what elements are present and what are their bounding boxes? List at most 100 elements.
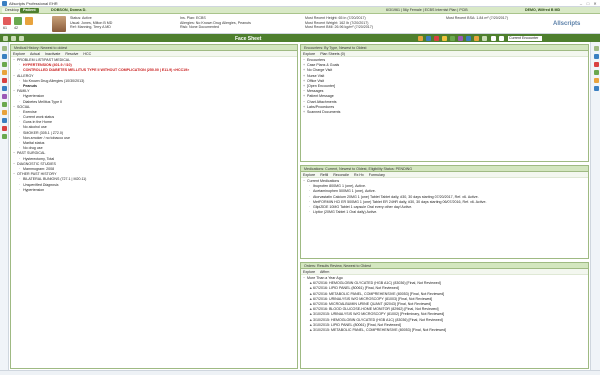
clipboard-icon[interactable]: [2, 54, 7, 59]
alert-icon[interactable]: [593, 62, 599, 67]
pen-icon[interactable]: [466, 35, 471, 41]
medication-row-label: Acetaminophen 500MG 1 (one), Active.: [313, 189, 376, 194]
patient-name[interactable]: DOBSON, Donna D.: [48, 8, 89, 13]
encounter-list: − Encounters + Case Plans & Goals + No Charge…: [303, 58, 587, 115]
lab-icon[interactable]: [2, 94, 7, 99]
panel-toolbar: Explore Affirm: [301, 269, 588, 275]
inbox-icon[interactable]: [593, 54, 599, 59]
medication-list: − Current Medications · Ibuprofen 800MG 1 (…: [303, 179, 587, 215]
refill-button[interactable]: Refill: [320, 173, 328, 177]
problem-row-label: FAMILY: [17, 89, 30, 94]
order-row-label: 6/7/2016: MICROALBUMIN URINE QUANT (8204…: [313, 301, 432, 306]
medication-row-label: Current Medications: [307, 179, 340, 183]
formulary-button[interactable]: Formulary: [369, 173, 385, 177]
order-row[interactable]: ▲3/10/2015: METABOLIC PANEL, COMPREHENSI…: [303, 328, 587, 333]
phone-icon[interactable]: [593, 86, 599, 91]
order-row-label: 3/10/2015: HEMOGLOBIN GLYCATED (HGB A1C)…: [313, 317, 443, 322]
note-icon[interactable]: [2, 110, 7, 115]
problem-row-label: OTHER PAST HISTORY: [17, 172, 57, 177]
order-row-label: 3/10/2015: METABOLIC PANEL, COMPREHENSIV…: [313, 327, 447, 332]
heart-icon[interactable]: [2, 126, 7, 131]
collapse-icon[interactable]: [2, 46, 7, 51]
affirm-button[interactable]: Affirm: [320, 270, 329, 274]
tab-patient[interactable]: Patient: [20, 8, 39, 13]
order-row-label: 6/7/2016: METABOLIC PANEL, COMPREHENSIVE…: [313, 291, 445, 296]
rx-history-button[interactable]: Rx Hx: [354, 173, 364, 177]
flag-icon[interactable]: [434, 35, 439, 41]
order-row-label: 6/7/2016: LIPID PANEL (80061) [Final, No…: [313, 286, 399, 291]
actual-button[interactable]: Actual: [30, 52, 40, 56]
orders-panel: Orders: Results Review, Newest to Oldest…: [300, 262, 589, 369]
problem-row-label: HYPERTENSION (401.9 / I10): [23, 63, 72, 68]
reconcile-button[interactable]: Reconcile: [333, 173, 349, 177]
medication-icon[interactable]: [2, 86, 7, 91]
settings-icon[interactable]: [482, 35, 487, 41]
medication-row-label: Ibuprofen 800MG 1 (one), Active.: [313, 184, 366, 189]
recent-bmi: Most Recent BMI: 26.96 kg/m² (7/20/2017): [305, 25, 373, 29]
explore-button[interactable]: Explore: [303, 173, 315, 177]
avatar[interactable]: [52, 16, 66, 32]
count-b: 42: [14, 26, 18, 30]
user-name[interactable]: DEMO, Wilfred B MD: [525, 8, 560, 13]
plan-sheets-button[interactable]: Plan Sheets (0): [320, 52, 345, 56]
problem-row-label: PROBLEM LIST/PAST MEDICAL: [17, 58, 71, 62]
warning-icon[interactable]: [442, 35, 447, 41]
brand-logo: Allscripts: [553, 21, 581, 27]
close-icon[interactable]: ✕: [592, 1, 598, 6]
encounter-select[interactable]: Current Encounter: [508, 35, 542, 41]
problem-icon[interactable]: [2, 78, 7, 83]
chevron-left-icon[interactable]: [491, 35, 496, 41]
problem-row[interactable]: · Hypertension: [13, 188, 296, 193]
medication-row-label: Lipitor (20MG Tablet 1 Oral daily) Activ…: [313, 210, 378, 215]
problem-row-label: Diabetes Mellitus Type II: [23, 99, 63, 104]
encounter-row-label: Scanned Documents: [307, 109, 341, 114]
vitals-icon[interactable]: [2, 102, 7, 107]
status-bar: [0, 370, 600, 375]
reminder-icon[interactable]: [593, 78, 599, 83]
explore-button[interactable]: Explore: [303, 52, 315, 56]
medication-row[interactable]: · Lipitor (20MG Tablet 1 Oral daily) Acti…: [303, 210, 587, 215]
chevron-right-icon[interactable]: [499, 35, 504, 41]
face-sheet-toolbar: Face Sheet Current Encounter: [0, 34, 600, 42]
document-icon[interactable]: [2, 118, 7, 123]
inactivate-button[interactable]: Inactivate: [45, 52, 60, 56]
print-icon[interactable]: [11, 35, 16, 41]
home-icon[interactable]: [3, 35, 8, 41]
problem-row-label: Unspecified Diagnosis: [23, 182, 59, 187]
expand-icon[interactable]: [593, 46, 599, 51]
resolve-button[interactable]: Resolve: [65, 52, 78, 56]
problem-row-label: Hysterectomy, Total: [23, 156, 55, 161]
window-titlebar: Allscripts Professional EHR – □ ✕: [0, 0, 600, 7]
explore-button[interactable]: Explore: [13, 52, 25, 56]
document-icon[interactable]: [426, 35, 431, 41]
order-icon[interactable]: [450, 35, 455, 41]
order-row-label: 3/10/2015: LIPID PANEL (80061) [Final, N…: [313, 322, 401, 327]
encounter-row-label: Office Visit: [307, 78, 325, 83]
problem-row-label: No alcohol use: [23, 125, 47, 130]
medication-row-label: GlipiZIDE 10MG Tablet 1 capsule Oral eve…: [313, 204, 413, 209]
message-icon[interactable]: [2, 70, 7, 75]
search-icon[interactable]: [474, 35, 479, 41]
panel-toolbar: Explore Actual Inactivate Resolve HCC: [11, 51, 297, 57]
hcc-button[interactable]: HCC: [83, 52, 91, 56]
referring-provider: Ref: Manning, Terry A MD: [70, 25, 111, 29]
image-icon[interactable]: [458, 35, 463, 41]
problem-row-label: No drug use: [23, 146, 43, 151]
problem-row-label: Mammogram: 2008: [23, 166, 55, 171]
tasks-icon[interactable]: [25, 17, 33, 25]
calendar-icon[interactable]: [2, 62, 7, 67]
minimize-icon[interactable]: –: [578, 1, 584, 6]
encounter-row[interactable]: + Scanned Documents: [303, 110, 587, 115]
maximize-icon[interactable]: □: [585, 1, 591, 6]
encounter-row-label: Labs/Procedures: [307, 104, 335, 109]
alert-icon[interactable]: [3, 17, 11, 25]
chart-icon[interactable]: [14, 17, 22, 25]
explore-button[interactable]: Explore: [303, 270, 315, 274]
task-icon[interactable]: [593, 70, 599, 75]
star-icon[interactable]: [418, 35, 423, 41]
refresh-icon[interactable]: [19, 35, 24, 41]
encounter-row-label: No Charge Visit: [307, 68, 333, 73]
plan-icon[interactable]: [2, 134, 7, 139]
tab-desktop[interactable]: Desktop: [2, 8, 22, 13]
problem-row-label: Hypertension: [23, 187, 45, 192]
